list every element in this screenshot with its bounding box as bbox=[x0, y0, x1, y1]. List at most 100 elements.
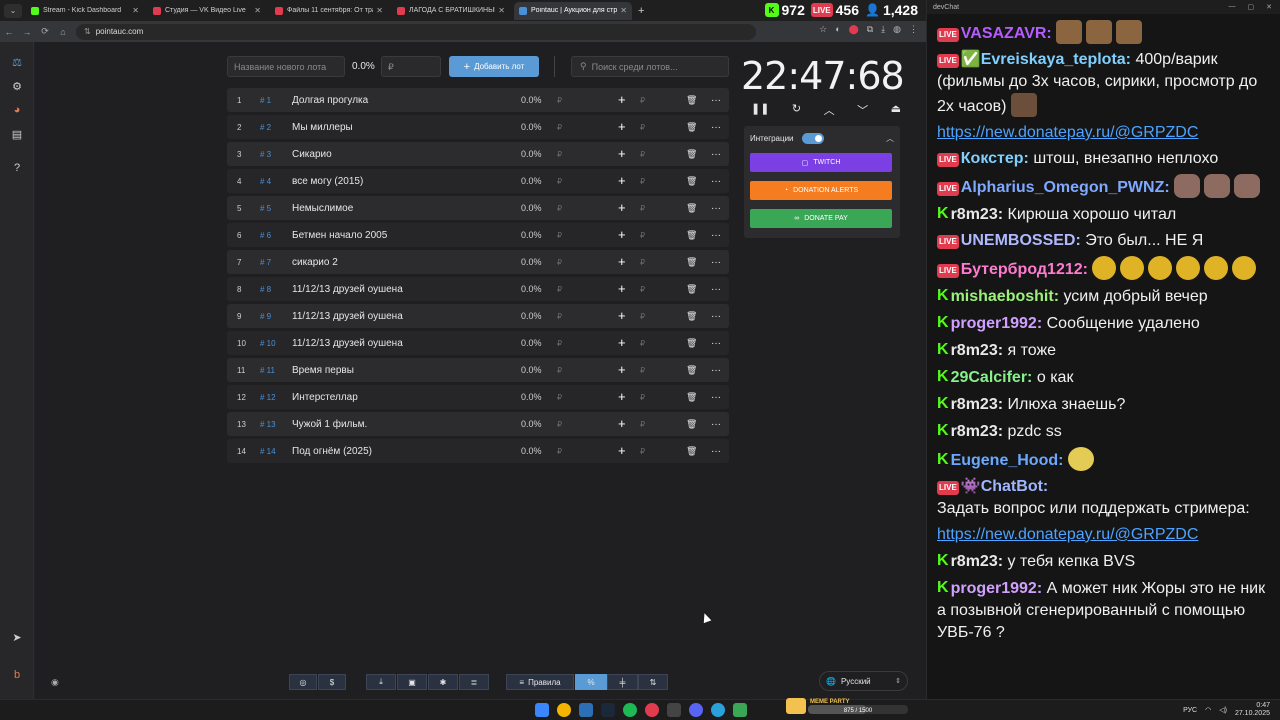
lot-id-tag[interactable]: # 4 bbox=[260, 177, 271, 186]
delete-icon[interactable]: 🗑 bbox=[686, 311, 697, 322]
more-icon[interactable]: ··· bbox=[711, 257, 721, 268]
lot-add-input[interactable]: ₽ bbox=[640, 447, 645, 456]
lot-amount-input[interactable]: ₽ bbox=[557, 150, 562, 159]
reset-icon[interactable]: ↻ bbox=[792, 102, 801, 118]
bookmark-icon[interactable]: ☆ bbox=[819, 24, 827, 35]
lot-add-input[interactable]: ₽ bbox=[640, 258, 645, 267]
lot-id-tag[interactable]: # 1 bbox=[260, 96, 271, 105]
lot-name[interactable]: Время первы bbox=[292, 365, 354, 376]
download-button[interactable]: ⤓ bbox=[366, 674, 396, 690]
delete-icon[interactable]: 🗑 bbox=[686, 95, 697, 106]
more-icon[interactable]: ··· bbox=[711, 446, 721, 457]
menu-icon[interactable]: ⋮ bbox=[909, 24, 918, 35]
chrome-icon[interactable] bbox=[557, 703, 571, 717]
new-lot-name-input[interactable]: Название нового лота bbox=[227, 56, 345, 77]
tab-close-icon[interactable]: ✕ bbox=[254, 6, 261, 15]
lot-amount-input[interactable]: ₽ bbox=[557, 393, 562, 402]
lot-row[interactable]: 12 # 12 Интерстеллар 0.0% ₽ + ₽ 🗑 ··· bbox=[227, 385, 729, 409]
tab-close-icon[interactable]: ✕ bbox=[376, 6, 383, 15]
more-icon[interactable]: ··· bbox=[711, 392, 721, 403]
telegram-taskbar-icon[interactable] bbox=[711, 703, 725, 717]
lot-amount-input[interactable]: ₽ bbox=[557, 258, 562, 267]
delete-icon[interactable]: 🗑 bbox=[686, 284, 697, 295]
save-button[interactable]: ▣ bbox=[397, 674, 427, 690]
add-amount-icon[interactable]: + bbox=[618, 336, 626, 349]
chat-username[interactable]: Кокстер: bbox=[961, 150, 1029, 167]
lot-row[interactable]: 14 # 14 Под огнём (2025) 0.0% ₽ + ₽ 🗑 ··· bbox=[227, 439, 729, 463]
lot-amount-input[interactable]: ₽ bbox=[557, 339, 562, 348]
new-lot-amount-input[interactable]: ₽ bbox=[381, 56, 441, 77]
back-icon[interactable]: ← bbox=[0, 27, 18, 37]
settings-icon[interactable]: ⚙ bbox=[9, 78, 25, 94]
percent-button[interactable]: % bbox=[575, 674, 607, 690]
file-explorer-icon[interactable] bbox=[579, 703, 593, 717]
add-amount-icon[interactable]: + bbox=[618, 363, 626, 376]
lot-add-input[interactable]: ₽ bbox=[640, 393, 645, 402]
wifi-icon[interactable]: ◠ bbox=[1205, 706, 1211, 714]
lot-name[interactable]: все могу (2015) bbox=[292, 176, 363, 187]
integrations-toggle[interactable] bbox=[801, 132, 824, 144]
profile-icon[interactable]: ◍ bbox=[893, 24, 901, 35]
chat-username[interactable]: VASAZAVR: bbox=[961, 25, 1052, 42]
adblock-icon[interactable]: ⬤ bbox=[849, 24, 859, 35]
add-amount-icon[interactable]: + bbox=[618, 309, 626, 322]
tab-close-icon[interactable]: ✕ bbox=[498, 6, 505, 15]
clear-button[interactable]: ≣ bbox=[459, 674, 489, 690]
lot-id-tag[interactable]: # 3 bbox=[260, 150, 271, 159]
chat-username[interactable]: r8m23: bbox=[951, 342, 1003, 359]
lot-name[interactable]: Интерстеллар bbox=[292, 392, 358, 403]
add-amount-icon[interactable]: + bbox=[618, 390, 626, 403]
close-icon[interactable]: ✕ bbox=[1266, 3, 1272, 11]
extension-icon[interactable]: ◐ bbox=[835, 24, 840, 35]
chat-username[interactable]: UNEMBOSSED: bbox=[961, 232, 1081, 249]
download-icon[interactable]: ⤓ bbox=[881, 24, 885, 35]
browser-tab[interactable]: Студия — VK Видео Live ✕ bbox=[148, 2, 266, 20]
auction-icon[interactable]: ⚖ bbox=[9, 54, 25, 70]
lot-amount-input[interactable]: ₽ bbox=[557, 204, 562, 213]
chat-username[interactable]: Бутерброд1212: bbox=[961, 261, 1088, 278]
add-amount-icon[interactable]: + bbox=[618, 201, 626, 214]
chat-username[interactable]: ✅Evreiskaya_teplota: bbox=[961, 51, 1131, 68]
home-icon[interactable]: ⌂ bbox=[54, 27, 72, 37]
lot-row[interactable]: 6 # 6 Бетмен начало 2005 0.0% ₽ + ₽ 🗑 ··· bbox=[227, 223, 729, 247]
chat-username[interactable]: r8m23: bbox=[951, 206, 1003, 223]
more-icon[interactable]: ··· bbox=[711, 365, 721, 376]
lot-id-tag[interactable]: # 10 bbox=[260, 339, 276, 348]
input-language[interactable]: РУС bbox=[1183, 707, 1197, 714]
chat-username[interactable]: 29Calcifer: bbox=[951, 369, 1033, 386]
lot-row[interactable]: 4 # 4 все могу (2015) 0.0% ₽ + ₽ 🗑 ··· bbox=[227, 169, 729, 193]
telegram-icon[interactable]: ➤ bbox=[9, 629, 25, 645]
lot-amount-input[interactable]: ₽ bbox=[557, 285, 562, 294]
donate-link[interactable]: https://new.donatepay.ru/@GRPZDC bbox=[937, 124, 1198, 141]
delete-icon[interactable]: 🗑 bbox=[686, 203, 697, 214]
lot-name[interactable]: 11/12/13 друзей оушена bbox=[292, 311, 403, 322]
tab-close-icon[interactable]: ✕ bbox=[132, 6, 139, 15]
tab-close-icon[interactable]: ✕ bbox=[620, 6, 627, 15]
add-amount-icon[interactable]: + bbox=[618, 93, 626, 106]
lot-row[interactable]: 8 # 8 11/12/13 друзей оушена 0.0% ₽ + ₽ 🗑 ··· bbox=[227, 277, 729, 301]
add-amount-icon[interactable]: + bbox=[618, 120, 626, 133]
tab-menu-button[interactable]: ⌄ bbox=[4, 3, 22, 18]
lot-amount-input[interactable]: ₽ bbox=[557, 96, 562, 105]
lot-name[interactable]: Чужой 1 фильм. bbox=[292, 419, 367, 430]
lot-name[interactable]: 11/12/13 друзей оушена bbox=[292, 338, 403, 349]
eject-icon[interactable]: ⏏ bbox=[891, 102, 901, 118]
more-icon[interactable]: ··· bbox=[711, 338, 721, 349]
add-amount-icon[interactable]: + bbox=[618, 228, 626, 241]
donate-link[interactable]: https://new.donatepay.ru/@GRPZDC bbox=[937, 526, 1198, 543]
browser-tab[interactable]: Stream - Kick Dashboard ✕ bbox=[26, 2, 144, 20]
new-tab-button[interactable]: + bbox=[638, 5, 644, 17]
lot-add-input[interactable]: ₽ bbox=[640, 420, 645, 429]
chat-username[interactable]: r8m23: bbox=[951, 553, 1003, 570]
chevron-down-icon[interactable]: ﹀ bbox=[857, 102, 868, 118]
lot-amount-input[interactable]: ₽ bbox=[557, 447, 562, 456]
donation-alerts-button[interactable]: ◔ DONATION ALERTS bbox=[750, 181, 892, 200]
browser-tab[interactable]: ЛАГОДА С БРАТИШКИНЫМ З✕ bbox=[392, 2, 510, 20]
lot-name[interactable]: Сикарио bbox=[292, 149, 332, 160]
lot-add-input[interactable]: ₽ bbox=[640, 231, 645, 240]
lot-id-tag[interactable]: # 9 bbox=[260, 312, 271, 321]
more-icon[interactable]: ··· bbox=[711, 176, 721, 187]
lot-amount-input[interactable]: ₽ bbox=[557, 312, 562, 321]
browser-tab[interactable]: Файлы 11 сентября: От трагед✕ bbox=[270, 2, 388, 20]
reload-icon[interactable]: ⟳ bbox=[36, 26, 54, 37]
